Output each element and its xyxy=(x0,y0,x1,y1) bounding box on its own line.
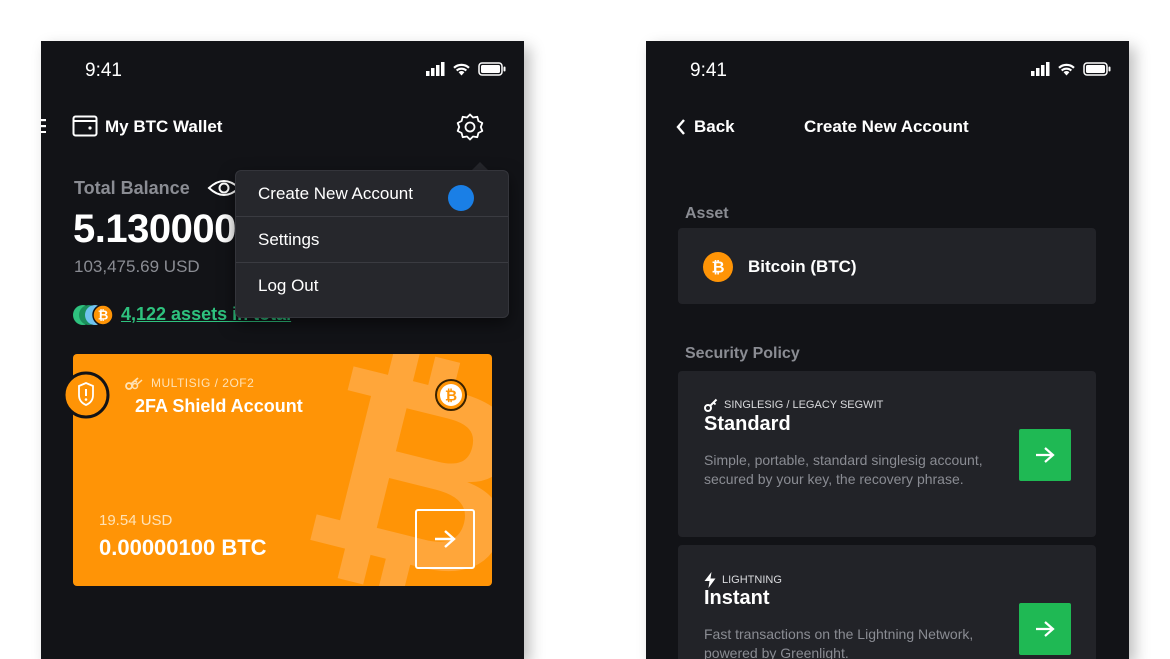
chevron-left-icon xyxy=(676,119,685,135)
policy-description: Simple, portable, standard singlesig acc… xyxy=(704,452,983,487)
policy-tag: SINGLESIG / LEGACY SEGWIT xyxy=(704,398,883,412)
menu-item-label: Log Out xyxy=(258,276,319,295)
asset-selector[interactable]: ₿ Bitcoin (BTC) xyxy=(678,228,1096,304)
back-label: Back xyxy=(694,117,735,136)
menu-item-create-new-account[interactable]: Create New Account xyxy=(236,171,508,217)
wallet-screen: 9:41 My BTC Wallet Total Balance 5.13000… xyxy=(41,41,524,659)
policy-tag-text: LIGHTNING xyxy=(722,574,782,586)
back-button[interactable]: Back xyxy=(676,117,735,137)
menu-icon[interactable] xyxy=(41,119,46,133)
page-title: Create New Account xyxy=(804,117,969,136)
signal-icon xyxy=(1031,62,1050,76)
key-icon xyxy=(125,377,143,390)
arrow-right-icon xyxy=(1036,621,1055,637)
status-icons xyxy=(1031,62,1111,76)
settings-dropdown-menu: Create New Account Settings Log Out xyxy=(235,170,509,318)
battery-icon xyxy=(1083,62,1111,76)
balance-btc-value: 5.130000 xyxy=(73,207,236,251)
account-card[interactable]: ₿ MULTISIG / 2OF2 2FA Shield Account ₿ 1… xyxy=(73,354,492,586)
status-time: 9:41 xyxy=(85,60,122,81)
total-balance-label: Total Balance xyxy=(74,178,190,198)
battery-icon xyxy=(478,62,506,76)
status-time: 9:41 xyxy=(690,60,727,81)
arrow-right-icon xyxy=(1036,447,1055,463)
signal-icon xyxy=(426,62,445,76)
menu-item-log-out[interactable]: Log Out xyxy=(236,263,508,309)
key-icon xyxy=(704,398,718,412)
select-standard-button[interactable] xyxy=(1019,429,1071,481)
lightning-icon xyxy=(704,572,716,588)
card-btc-value: 0.00000100 BTC xyxy=(99,535,267,560)
select-instant-button[interactable] xyxy=(1019,603,1071,655)
svg-text:₿: ₿ xyxy=(98,308,109,323)
create-account-screen: 9:41 Back Create New Account Asset ₿ Bit… xyxy=(646,41,1129,659)
notification-dot xyxy=(448,185,474,211)
menu-item-label: Create New Account xyxy=(258,183,413,203)
card-usd-value: 19.54 USD xyxy=(99,512,173,529)
policy-card-instant[interactable]: LIGHTNING Instant Fast transactions on t… xyxy=(678,545,1096,659)
wallet-title: My BTC Wallet xyxy=(105,117,223,136)
policy-card-standard[interactable]: SINGLESIG / LEGACY SEGWIT Standard Simpl… xyxy=(678,371,1096,537)
policy-tag-text: SINGLESIG / LEGACY SEGWIT xyxy=(724,399,884,411)
shield-alert-icon xyxy=(62,371,110,419)
status-icons xyxy=(426,62,506,76)
security-policy-section-label: Security Policy xyxy=(685,345,800,362)
menu-item-settings[interactable]: Settings xyxy=(236,217,508,263)
wallet-icon xyxy=(72,115,98,137)
policy-title: Instant xyxy=(704,587,770,609)
wifi-icon xyxy=(453,63,470,76)
policy-description: Fast transactions on the Lightning Netwo… xyxy=(704,626,974,659)
bitcoin-icon: ₿ xyxy=(703,252,733,282)
asset-section-label: Asset xyxy=(685,205,729,222)
gear-icon[interactable] xyxy=(455,112,485,142)
menu-item-label: Settings xyxy=(258,229,320,249)
card-open-button[interactable] xyxy=(415,509,475,569)
balance-usd-value: 103,475.69 USD xyxy=(74,257,200,276)
asset-name: Bitcoin (BTC) xyxy=(748,257,857,276)
bitcoin-badge-icon: ₿ xyxy=(435,379,467,411)
assets-coins-icon: ₿ xyxy=(73,304,114,326)
svg-text:₿: ₿ xyxy=(445,388,457,405)
card-tag: MULTISIG / 2OF2 xyxy=(125,376,254,390)
policy-tag: LIGHTNING xyxy=(704,572,782,588)
arrow-right-icon xyxy=(435,530,456,548)
card-tag-text: MULTISIG / 2OF2 xyxy=(151,376,255,390)
wifi-icon xyxy=(1058,63,1075,76)
policy-title: Standard xyxy=(704,413,791,435)
card-account-name: 2FA Shield Account xyxy=(135,396,303,416)
svg-text:₿: ₿ xyxy=(711,259,724,277)
